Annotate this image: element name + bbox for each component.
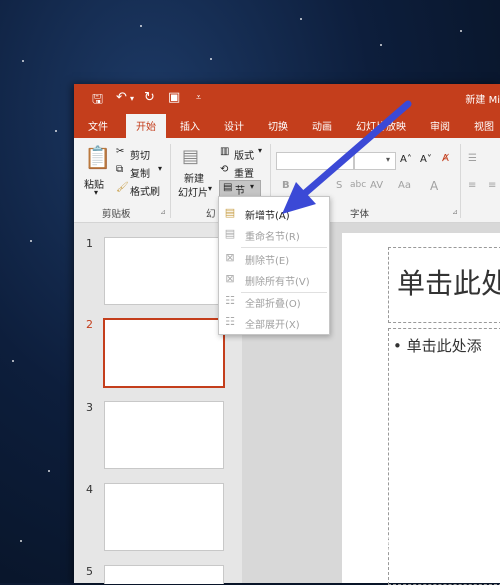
title-placeholder-text: 单击此处	[397, 267, 500, 300]
character-spacing-icon[interactable]: AV	[370, 180, 383, 191]
copy-dropdown-icon[interactable]: ▾	[158, 164, 162, 173]
remove-all-sections-icon: ⊠	[225, 272, 235, 285]
menu-item-label: 删除所有节(V)	[245, 277, 310, 288]
collapse-all-icon: ☷	[225, 294, 235, 307]
strikethrough-icon[interactable]: abc	[350, 180, 366, 190]
menu-item-add-section[interactable]: ▤ 新增节(A)	[219, 203, 329, 224]
format-painter-button[interactable]: 格式刷	[130, 183, 160, 198]
reset-button[interactable]: 重置	[234, 165, 254, 180]
tab-animations[interactable]: 动画	[312, 118, 332, 133]
menu-item-expand-all[interactable]: ☷ 全部展开(X)	[219, 312, 329, 333]
section-label: 节	[235, 186, 245, 197]
body-placeholder-text: • 单击此处添	[393, 337, 482, 355]
section-dropdown-icon: ▾	[250, 182, 255, 191]
slide-number: 3	[86, 401, 93, 414]
slides-group-label: 幻	[206, 209, 216, 220]
undo-dropdown-icon[interactable]: ▾	[130, 94, 134, 103]
tab-transitions[interactable]: 切换	[268, 118, 288, 133]
slide-number: 4	[86, 483, 93, 496]
slide-number: 1	[86, 237, 93, 250]
slide-number: 5	[86, 565, 93, 578]
slide-thumbnail[interactable]	[104, 401, 224, 469]
font-launcher-icon[interactable]: ⊿	[452, 208, 458, 216]
add-section-icon: ▤	[224, 206, 236, 219]
menu-item-label: 全部展开(X)	[245, 320, 300, 331]
paste-icon[interactable]: 📋	[84, 146, 111, 171]
group-separator	[170, 144, 171, 218]
section-button[interactable]: ▤ 节 ▾	[219, 180, 261, 197]
font-color-icon[interactable]: A	[430, 179, 438, 193]
copy-icon[interactable]: ⧉	[116, 164, 123, 175]
change-case-icon[interactable]: Aa	[398, 180, 411, 191]
paste-dropdown-icon[interactable]: ▾	[94, 188, 98, 197]
title-placeholder[interactable]: 单击此处	[388, 247, 500, 323]
layout-dropdown-icon[interactable]: ▾	[258, 146, 262, 155]
tab-slideshow[interactable]: 幻灯片放映	[356, 118, 406, 133]
undo-icon[interactable]: ↶	[116, 90, 127, 105]
redo-icon[interactable]: ↻	[144, 90, 155, 105]
bold-icon[interactable]: B	[282, 180, 290, 191]
slide-thumbnail[interactable]	[104, 483, 224, 551]
menu-item-remove-section[interactable]: ⊠ 删除节(E)	[219, 248, 329, 269]
watermark-logo: Bai 经验	[380, 532, 463, 556]
tab-view[interactable]: 视图	[474, 118, 494, 133]
copy-button[interactable]: 复制	[130, 165, 150, 180]
title-bar: 🖫 ↶ ▾ ↻ ▣ ⩡ 新建 Mi	[74, 84, 500, 112]
slide-number: 2	[86, 318, 93, 331]
menu-item-label: 新增节(A)	[245, 211, 290, 222]
clipboard-group-label: 剪贴板	[102, 209, 131, 220]
clear-formatting-icon[interactable]: Ⱥ	[442, 153, 449, 164]
font-name-combo[interactable]	[276, 152, 354, 170]
increase-font-icon[interactable]: A˄	[400, 154, 412, 165]
menu-item-label: 全部折叠(O)	[245, 299, 301, 310]
layout-button[interactable]: 版式	[234, 147, 254, 162]
menu-item-collapse-all[interactable]: ☷ 全部折叠(O)	[219, 291, 329, 312]
new-slide-dropdown-icon[interactable]: ▾	[208, 184, 212, 193]
tab-insert[interactable]: 插入	[180, 118, 200, 133]
section-icon: ▤	[223, 182, 233, 193]
new-slide-label-line2[interactable]: 幻灯片	[178, 184, 208, 199]
reset-icon[interactable]: ⟲	[220, 164, 228, 175]
shadow-icon[interactable]: S	[336, 180, 342, 191]
tab-home[interactable]: 开始	[126, 114, 166, 139]
format-painter-icon[interactable]: 🖌	[116, 182, 129, 193]
group-separator	[460, 144, 461, 218]
start-slideshow-icon[interactable]: ▣	[168, 90, 180, 105]
customize-toolbar-icon[interactable]: ⩡	[196, 93, 201, 103]
menu-item-rename-section[interactable]: ▤ 重命名节(R)	[219, 224, 329, 245]
window-title: 新建 Mi	[465, 95, 500, 106]
menu-item-label: 删除节(E)	[245, 256, 290, 267]
watermark-url: jingyan.baidu.com	[416, 556, 500, 566]
rename-section-icon: ▤	[224, 227, 236, 240]
align-center-icon[interactable]: ≡	[488, 180, 496, 191]
section-menu: ▤ 新增节(A) ▤ 重命名节(R) ⊠ 删除节(E) ⊠ 删除所有节(V) ☷…	[218, 196, 330, 335]
font-group-label: 字体	[350, 209, 370, 220]
expand-all-icon: ☷	[225, 315, 235, 328]
tab-file[interactable]: 文件	[88, 118, 108, 133]
tab-design[interactable]: 设计	[224, 118, 244, 133]
slide-thumbnail-selected[interactable]	[103, 318, 225, 388]
new-slide-icon[interactable]: ▤	[182, 146, 199, 167]
menu-item-label: 重命名节(R)	[245, 232, 300, 243]
remove-section-icon: ⊠	[225, 251, 235, 264]
new-slide-label-line1[interactable]: 新建	[184, 170, 204, 185]
save-icon[interactable]: 🖫	[92, 90, 103, 112]
decrease-font-icon[interactable]: A˅	[420, 154, 432, 165]
tab-review[interactable]: 审阅	[430, 118, 450, 133]
cut-icon[interactable]: ✂	[116, 146, 124, 157]
align-left-icon[interactable]: ≡	[468, 180, 476, 191]
ribbon-tabs: 文件 开始 插入 设计 切换 动画 幻灯片放映 审阅 视图	[74, 112, 500, 139]
clipboard-launcher-icon[interactable]: ⊿	[160, 208, 166, 216]
slide-thumbnail[interactable]	[104, 565, 224, 584]
menu-item-remove-all-sections[interactable]: ⊠ 删除所有节(V)	[219, 269, 329, 290]
slide-thumbnail[interactable]	[104, 237, 224, 305]
font-size-dropdown-icon[interactable]: ▾	[386, 155, 390, 164]
cut-button[interactable]: 剪切	[130, 147, 150, 162]
layout-icon[interactable]: ▥	[220, 146, 229, 157]
bullets-icon[interactable]: ☰	[468, 153, 477, 164]
